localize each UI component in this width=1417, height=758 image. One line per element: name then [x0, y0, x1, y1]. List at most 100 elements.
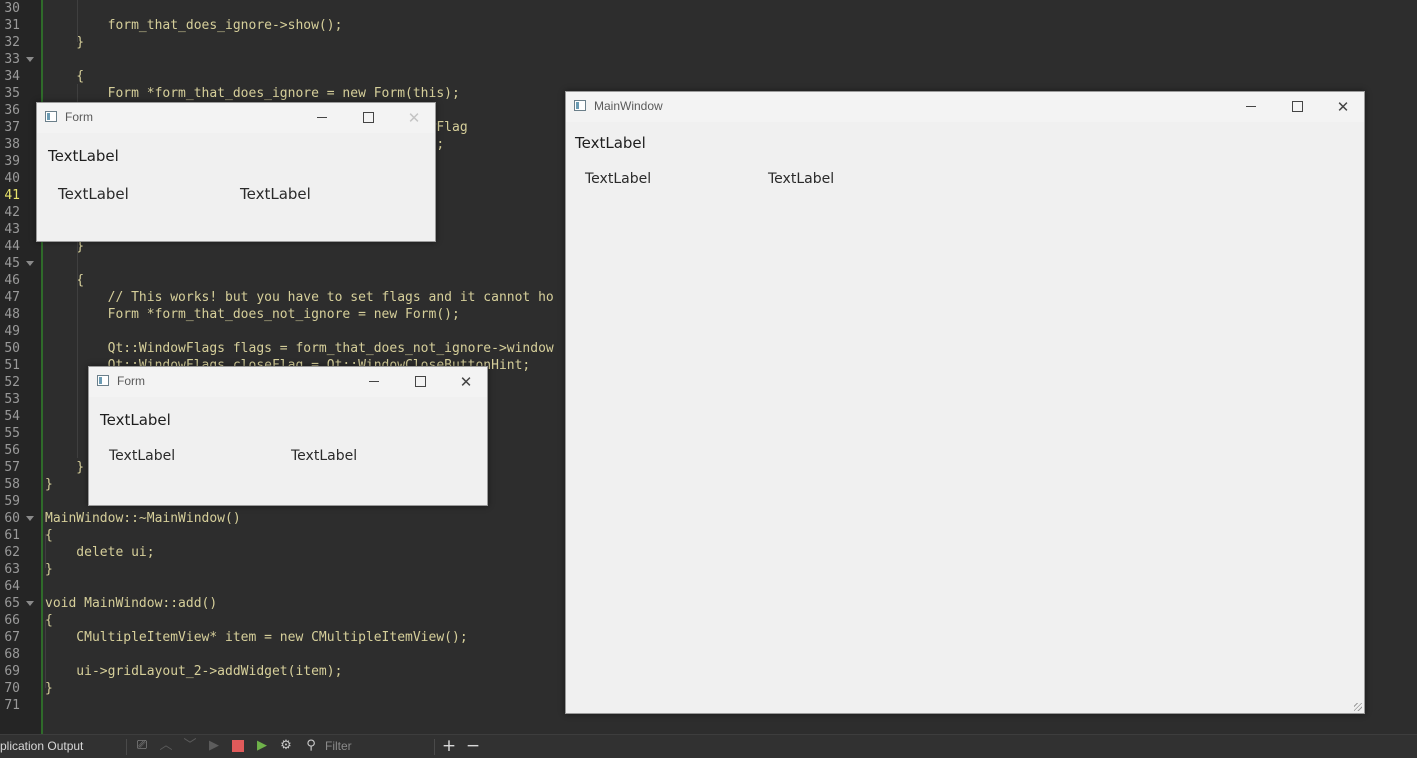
- line-number: 50: [4, 341, 20, 356]
- text-label-left: TextLabel: [58, 185, 129, 203]
- text-label-right: TextLabel: [291, 448, 358, 464]
- heading-label: TextLabel: [100, 411, 171, 429]
- close-button[interactable]: ✕: [443, 367, 487, 397]
- maximize-button[interactable]: [1274, 92, 1320, 122]
- toolbar-separator: [434, 739, 435, 755]
- line-number: 67: [4, 630, 20, 645]
- line-number: 46: [4, 273, 20, 288]
- close-button: ✕: [407, 109, 421, 127]
- line-number: 56: [4, 443, 20, 458]
- code-line[interactable]: delete ui;: [45, 544, 154, 561]
- line-number: 47: [4, 290, 20, 305]
- minus-icon[interactable]: −: [465, 738, 481, 755]
- code-line[interactable]: Qt::WindowFlags flags = form_that_does_n…: [45, 340, 554, 357]
- code-line[interactable]: Form *form_that_does_not_ignore = new Fo…: [45, 306, 460, 323]
- window-app-icon: [97, 375, 109, 386]
- line-number: 41: [4, 188, 20, 203]
- line-number: 58: [4, 477, 20, 492]
- gear-icon[interactable]: ⚙: [278, 738, 294, 754]
- minimize-button[interactable]: [299, 103, 345, 133]
- code-line[interactable]: {: [45, 527, 53, 544]
- code-line[interactable]: ui->gridLayout_2->addWidget(item);: [45, 663, 342, 680]
- minimize-button[interactable]: [1228, 92, 1274, 122]
- line-number: 57: [4, 460, 20, 475]
- line-number: 36: [4, 103, 20, 118]
- line-number: 55: [4, 426, 20, 441]
- line-number: 51: [4, 358, 20, 373]
- run-icon[interactable]: ▶: [206, 738, 222, 754]
- code-line[interactable]: }: [45, 680, 53, 697]
- code-line[interactable]: void MainWindow::add(): [45, 595, 217, 612]
- clear-output-icon[interactable]: ⎚: [134, 738, 150, 754]
- size-grip[interactable]: [1354, 703, 1362, 711]
- line-number: 40: [4, 171, 20, 186]
- line-number: 45: [4, 256, 20, 271]
- minimize-button[interactable]: [351, 367, 397, 397]
- line-number: 59: [4, 494, 20, 509]
- line-number: 53: [4, 392, 20, 407]
- line-number: 69: [4, 664, 20, 679]
- line-number: 35: [4, 86, 20, 101]
- chevron-down-icon[interactable]: ﹀: [182, 738, 198, 754]
- heading-label: TextLabel: [575, 134, 646, 152]
- window-title: Form: [117, 374, 145, 388]
- line-number: 37: [4, 120, 20, 135]
- line-number: 32: [4, 35, 20, 50]
- line-number: 63: [4, 562, 20, 577]
- code-line[interactable]: CMultipleItemView* item = new CMultipleI…: [45, 629, 467, 646]
- line-number: 61: [4, 528, 20, 543]
- line-number: 54: [4, 409, 20, 424]
- output-pane-toolbar: plication Output ⎚ ︿ ﹀ ▶ ▶ ⚙ ⚲ Filter + …: [0, 734, 1417, 758]
- line-number: 33: [4, 52, 20, 67]
- title-bar[interactable]: Form ✕: [37, 103, 435, 133]
- code-line[interactable]: // This works! but you have to set flags…: [45, 289, 554, 306]
- line-number: 60: [4, 511, 20, 526]
- line-number: 30: [4, 1, 20, 16]
- line-number: 44: [4, 239, 20, 254]
- main-window[interactable]: MainWindow ✕ TextLabel TextLabel TextLab…: [565, 91, 1365, 714]
- line-number: 52: [4, 375, 20, 390]
- title-bar[interactable]: Form ✕: [89, 367, 487, 397]
- line-number: 31: [4, 18, 20, 33]
- title-bar[interactable]: MainWindow ✕: [566, 92, 1364, 122]
- plus-icon[interactable]: +: [441, 738, 457, 755]
- code-line[interactable]: Form *form_that_does_ignore = new Form(t…: [45, 85, 460, 102]
- close-button[interactable]: ✕: [1320, 92, 1364, 122]
- code-line[interactable]: }: [45, 476, 53, 493]
- filter-input[interactable]: Filter: [325, 739, 352, 753]
- code-line[interactable]: {: [45, 272, 84, 289]
- heading-label: TextLabel: [48, 147, 119, 165]
- form-window-top[interactable]: Form ✕ TextLabel TextLabel TextLabel: [36, 102, 436, 242]
- window-title: Form: [65, 110, 93, 124]
- chevron-up-icon[interactable]: ︿: [158, 738, 174, 754]
- code-line[interactable]: MainWindow::~MainWindow(): [45, 510, 241, 527]
- indent-guide: [45, 620, 46, 688]
- line-number: 48: [4, 307, 20, 322]
- line-number: 38: [4, 137, 20, 152]
- code-line[interactable]: form_that_does_ignore->show();: [45, 17, 343, 34]
- stop-icon[interactable]: [230, 738, 246, 754]
- code-line[interactable]: {: [45, 612, 53, 629]
- text-label-right: TextLabel: [240, 185, 311, 203]
- line-number: 39: [4, 154, 20, 169]
- text-label-left: TextLabel: [585, 171, 652, 187]
- debug-run-icon[interactable]: ▶: [254, 738, 270, 754]
- fold-arrow-icon[interactable]: [26, 261, 34, 266]
- line-number: 66: [4, 613, 20, 628]
- line-number: 68: [4, 647, 20, 662]
- fold-arrow-icon[interactable]: [26, 57, 34, 62]
- maximize-button[interactable]: [397, 367, 443, 397]
- code-line[interactable]: }: [45, 459, 84, 476]
- maximize-button[interactable]: [345, 103, 391, 133]
- line-number: 65: [4, 596, 20, 611]
- form-window-bottom[interactable]: Form ✕ TextLabel TextLabel TextLabel: [88, 366, 488, 506]
- fold-arrow-icon[interactable]: [26, 601, 34, 606]
- code-line[interactable]: {: [45, 68, 84, 85]
- code-line[interactable]: }: [45, 561, 53, 578]
- line-number: 34: [4, 69, 20, 84]
- application-output-tab[interactable]: plication Output: [0, 739, 83, 753]
- fold-arrow-icon[interactable]: [26, 516, 34, 521]
- line-number: 64: [4, 579, 20, 594]
- window-app-icon: [45, 111, 57, 122]
- code-line[interactable]: }: [45, 34, 84, 51]
